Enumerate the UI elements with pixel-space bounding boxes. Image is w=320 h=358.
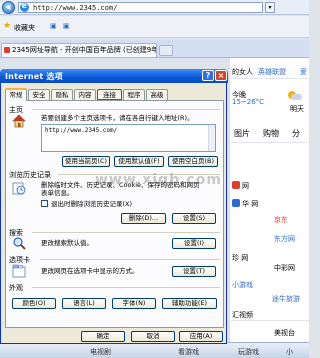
tabs-settings-button[interactable]: 设置(T) — [172, 266, 216, 277]
dialog-titlebar[interactable]: Internet 选项 ? × — [0, 69, 228, 83]
tab-content[interactable]: 内容 — [74, 89, 96, 100]
use-blank-button[interactable]: 使用空白页(B) — [168, 156, 218, 167]
delete-on-exit-label[interactable]: 退出时删除浏览历史记录(X) — [51, 200, 132, 208]
site-link[interactable]: 华 网 — [242, 199, 258, 209]
header-link[interactable]: 爱 — [300, 67, 307, 77]
favorites-bar: ★ 收藏夹 ▣ ▣ — [0, 16, 309, 38]
divider — [230, 320, 309, 321]
browser-tab-title: 2345网址导航 - 开创中国百年品牌 (已创建9年 — [12, 46, 157, 54]
history-group-label: 浏览历史记录 — [9, 171, 51, 179]
weather-sub: 明天 — [290, 105, 304, 113]
use-current-button[interactable]: 使用当前页(C) — [62, 156, 110, 167]
history-description-line1: 删除临时文件、历史记录、Cookie、保存的密码和网页 — [41, 181, 200, 189]
history-description-line2: 表单信息。 — [41, 189, 74, 197]
tabs-description: 更改网页在选项卡中显示的方式。 — [41, 267, 139, 275]
tab-bar: 2345网址导航 - 开创中国百年品牌 (已创建9年 — [0, 40, 309, 58]
bottom-link[interactable]: 玩游戏 — [238, 347, 259, 357]
tab-advanced[interactable]: 高级 — [146, 89, 168, 100]
weather-sun-cloud-icon — [288, 91, 302, 101]
search-icon — [13, 237, 26, 250]
house-icon — [12, 114, 26, 128]
tab-general[interactable]: 常规 — [5, 88, 27, 101]
general-tab-panel: 主页 若要创建多个主页选项卡，请在各自行键入地址(R)。 http://www.… — [5, 100, 224, 328]
bottom-link[interactable]: 小 — [286, 347, 293, 357]
help-button[interactable]: ? — [202, 70, 214, 81]
site-link[interactable]: 途牛旅游 — [272, 294, 300, 304]
header-link[interactable]: 的女人 — [232, 67, 253, 77]
star-icon[interactable]: ★ — [3, 21, 11, 31]
tabbed-window-icon — [12, 264, 26, 278]
tab-security[interactable]: 安全 — [28, 89, 50, 100]
internet-options-dialog: Internet 选项 ? × 常规 安全 隐私 内容 连接 程序 高级 主页 … — [0, 69, 228, 344]
ok-button[interactable]: 确定 — [81, 331, 125, 342]
tab-connections[interactable]: 连接 — [97, 89, 122, 100]
homepage-description: 若要创建多个主页选项卡，请在各自行键入地址(R)。 — [41, 114, 194, 122]
history-settings-button[interactable]: 设置(S) — [172, 213, 216, 224]
tab-privacy[interactable]: 隐私 — [51, 89, 73, 100]
apply-button[interactable]: 应用(A) — [179, 331, 223, 342]
bottom-link[interactable]: 电视剧 — [90, 347, 111, 357]
delete-history-button[interactable]: 删除(D)... — [121, 213, 166, 224]
homepage-url-scrollbar[interactable] — [208, 125, 215, 151]
nav-link[interactable]: 购物 — [263, 128, 279, 139]
address-bar: http://www.2345.com/ ▾ — [0, 0, 309, 15]
site-link[interactable]: 汇视频 — [232, 310, 253, 320]
divider — [230, 142, 309, 143]
dropdown-arrow-icon[interactable]: ▾ — [265, 2, 275, 13]
site-icon — [232, 199, 240, 207]
favorites-label[interactable]: 收藏夹 — [14, 23, 35, 33]
site-link[interactable]: 中彩网 — [274, 263, 295, 273]
site-link[interactable]: 网 — [242, 181, 249, 191]
bottom-link-bar: 电视剧 看游戏 玩游戏 小 — [0, 342, 309, 358]
group-divider — [58, 174, 220, 175]
header-link[interactable]: 英雄联盟 — [258, 67, 286, 77]
homepage-url-value: http://www.2345.com/ — [45, 127, 118, 134]
accessibility-button[interactable]: 辅助功能(E) — [162, 298, 217, 309]
colors-button[interactable]: 颜色(O) — [12, 298, 56, 309]
fonts-button[interactable]: 字体(N) — [112, 298, 156, 309]
search-settings-button[interactable]: 设置(I) — [172, 238, 216, 249]
dialog-tabs: 常规 安全 隐私 内容 连接 程序 高级 — [5, 88, 225, 101]
cancel-button[interactable]: 取消 — [131, 331, 175, 342]
favorites-shortcut-icons[interactable]: ▣ ▣ — [50, 22, 71, 30]
browser-chrome: http://www.2345.com/ ▾ ★ 收藏夹 ▣ ▣ 2345网址导… — [0, 0, 309, 62]
delete-on-exit-checkbox[interactable] — [41, 200, 48, 207]
site-link[interactable]: 小游戏 — [232, 280, 253, 290]
back-button[interactable] — [2, 1, 15, 14]
background-web-page: 的女人 英雄联盟 爱 今晚 15~26°C 明天 图片 购物 分 网 华 网 京… — [230, 58, 309, 358]
tab-programs[interactable]: 程序 — [123, 89, 145, 100]
close-button[interactable]: × — [215, 70, 227, 81]
nav-link[interactable]: 分 — [292, 128, 300, 139]
dialog-title: Internet 选项 — [5, 72, 63, 81]
url-field[interactable]: http://www.2345.com/ — [18, 2, 263, 13]
site-link[interactable]: 美视台 — [274, 328, 295, 338]
site-favicon-icon — [4, 47, 10, 53]
divider — [230, 78, 309, 79]
group-divider — [32, 287, 220, 288]
browser-tab[interactable]: 2345网址导航 - 开创中国百年品牌 (已创建9年 — [1, 43, 157, 57]
history-clock-icon — [12, 182, 26, 195]
group-divider — [32, 232, 220, 233]
group-divider — [40, 259, 220, 260]
group-divider — [32, 109, 220, 110]
site-link[interactable]: 东方网 — [274, 234, 295, 244]
languages-button[interactable]: 语言(L) — [62, 298, 106, 309]
site-icon — [232, 181, 240, 189]
bottom-link[interactable]: 看游戏 — [178, 347, 199, 357]
weather-temp[interactable]: 15~26°C — [232, 98, 264, 106]
search-description: 更改搜索默认值。 — [41, 239, 93, 247]
nav-link[interactable]: 图片 — [234, 128, 250, 139]
homepage-url-textarea[interactable]: http://www.2345.com/ — [41, 124, 216, 152]
appearance-group-label: 外观 — [9, 284, 23, 292]
ie-icon — [20, 1, 29, 12]
new-tab-button[interactable] — [159, 45, 173, 56]
site-link[interactable]: 珍 网 — [232, 253, 248, 263]
site-link[interactable]: 京东 — [274, 215, 288, 225]
use-default-button[interactable]: 使用默认值(F) — [114, 156, 164, 167]
